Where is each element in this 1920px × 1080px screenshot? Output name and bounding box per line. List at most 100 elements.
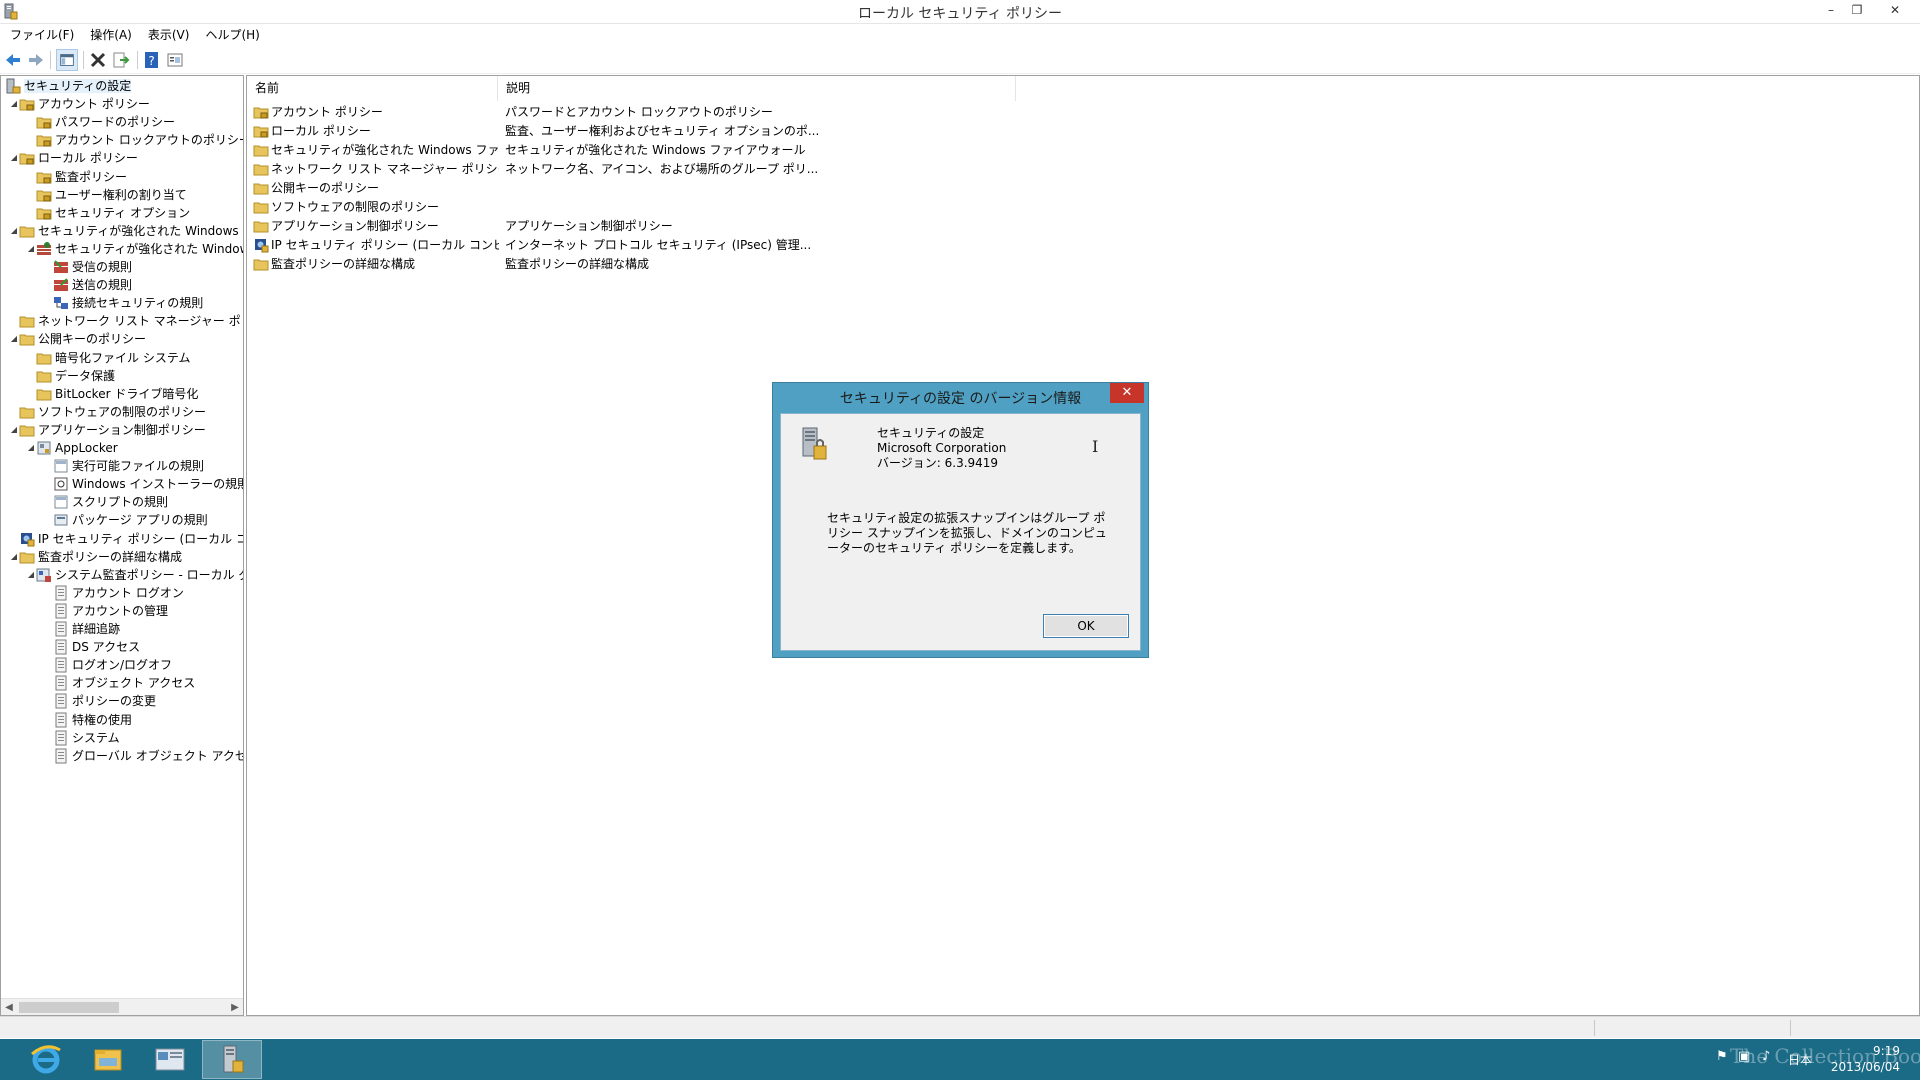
column-header-description[interactable]: 説明 [498,76,1016,101]
scroll-left-icon[interactable]: ◀ [1,999,17,1015]
tree-item[interactable]: DS アクセス [43,638,140,656]
menu-bar: ファイル(F) 操作(A) 表示(V) ヘルプ(H) [0,24,1920,46]
folder-icon [253,161,269,177]
input-language[interactable]: 日本 [1788,1051,1812,1068]
list-row[interactable]: ソフトウェアの制限のポリシー [247,198,1247,217]
list-row[interactable]: IP セキュリティ ポリシー (ローカル コンピューター) インターネット プロト… [247,236,1247,255]
console-tree[interactable]: セキュリティの設定 ◢ アカウント ポリシー パスワードのポリシー アカウント ロックア… [0,75,244,1016]
expand-arrow-icon[interactable]: ◢ [9,548,19,566]
list-cell-name: アプリケーション制御ポリシー [253,217,499,236]
restore-button[interactable]: ❐ [1844,0,1870,20]
tree-item[interactable]: 送信の規則 [43,276,132,294]
ok-button[interactable]: OK [1043,614,1129,638]
dialog-close-button[interactable]: ✕ [1110,383,1144,403]
list-row[interactable]: 公開キーのポリシー [247,179,1247,198]
tree-item[interactable]: セキュリティの設定 [5,77,132,95]
volume-icon[interactable]: ♪ [1762,1049,1770,1064]
expand-arrow-icon[interactable]: ◢ [9,421,19,439]
tree-item[interactable]: ◢ アプリケーション制御ポリシー [9,421,206,439]
scroll-right-icon[interactable]: ▶ [227,999,243,1015]
tree-item[interactable]: セキュリティ オプション [26,204,190,222]
list-row[interactable]: セキュリティが強化された Windows ファイア... セキュリティが強化された… [247,141,1247,160]
tree-item[interactable]: ネットワーク リスト マネージャー ポリシー [9,312,243,330]
tree-item[interactable]: 暗号化ファイル システム [26,349,190,367]
tree-item[interactable]: ユーザー権利の割り当て [26,186,187,204]
tree-item[interactable]: ◢ システム監査ポリシー - ローカル グルー [26,566,243,584]
tree-item[interactable]: ◢ 公開キーのポリシー [9,330,146,348]
tree-item[interactable]: 特権の使用 [43,711,132,729]
clock[interactable]: 9:19 2013/06/04 [1831,1043,1900,1075]
tree-item[interactable]: ◢ 監査ポリシーの詳細な構成 [9,548,182,566]
tree-item[interactable]: ◢ ローカル ポリシー [9,149,138,167]
tree-item[interactable]: Windows インストーラーの規則 [43,475,243,493]
tree-item[interactable]: ◢ セキュリティが強化された Windows フ [26,240,243,258]
tree-item[interactable]: IP セキュリティ ポリシー (ローカル コンピュー [9,530,243,548]
tree-item[interactable]: アカウント ログオン [43,584,184,602]
tree-item[interactable]: アカウント ロックアウトのポリシー [26,131,243,149]
tree-item[interactable]: ◢ アカウント ポリシー [9,95,150,113]
properties-icon[interactable] [164,49,186,71]
tree-item[interactable]: 受信の規則 [43,258,132,276]
tree-item[interactable]: パッケージ アプリの規則 [43,511,208,529]
tree-item[interactable]: ログオン/ログオフ [43,656,172,674]
folder-icon [253,218,269,234]
list-row[interactable]: ネットワーク リスト マネージャー ポリシー ネットワーク名、アイコン、および場所… [247,160,1247,179]
back-arrow-icon[interactable] [2,49,24,71]
folder-icon [253,142,269,158]
tree-item[interactable]: BitLocker ドライブ暗号化 [26,385,198,403]
tree-item[interactable]: ソフトウェアの制限のポリシー [9,403,206,421]
menu-view[interactable]: 表示(V) [138,24,196,46]
tree-item[interactable]: 実行可能ファイルの規則 [43,457,204,475]
network-icon[interactable]: ▣ [1738,1049,1750,1064]
tree-item[interactable]: システム [43,729,120,747]
list-row[interactable]: アカウント ポリシー パスワードとアカウント ロックアウトのポリシー [247,103,1247,122]
tree-item-label: 特権の使用 [72,712,133,727]
expand-arrow-icon[interactable]: ◢ [9,330,19,348]
tree-item-label: アカウントの管理 [72,603,169,618]
tree-item-label: オブジェクト アクセス [72,676,196,691]
tree-item[interactable]: ◢ AppLocker [26,439,118,457]
menu-file[interactable]: ファイル(F) [0,24,80,46]
tree-item[interactable]: 詳細追跡 [43,620,120,638]
tree-item-label: ネットワーク リスト マネージャー ポリシー [38,314,243,329]
security-settings-icon [802,427,827,460]
expand-arrow-icon[interactable]: ◢ [26,439,36,457]
column-header-name[interactable]: 名前 [247,76,498,101]
tree-item[interactable]: 接続セキュリティの規則 [43,294,203,312]
menu-help[interactable]: ヘルプ(H) [195,24,265,46]
taskbar-local-security-policy[interactable] [202,1040,262,1079]
tree-item[interactable]: 監査ポリシー [26,168,127,186]
tree-item-label: セキュリティの設定 [24,79,132,93]
list-row[interactable]: ローカル ポリシー 監査、ユーザー権利およびセキュリティ オプションのポ... [247,122,1247,141]
expand-arrow-icon[interactable]: ◢ [26,566,36,584]
taskbar-file-explorer[interactable] [78,1040,138,1079]
flag-icon[interactable]: ⚑ [1716,1049,1728,1064]
tree-item[interactable]: スクリプトの規則 [43,493,168,511]
export-list-icon[interactable] [110,49,132,71]
close-window-button[interactable]: ✕ [1882,0,1908,20]
taskbar-server-manager[interactable] [140,1040,200,1079]
tree-item[interactable]: オブジェクト アクセス [43,674,195,692]
show-hide-console-tree-icon[interactable] [56,49,78,71]
tree-item[interactable]: グローバル オブジェクト アクセスの監 [43,747,243,765]
forward-arrow-icon[interactable] [25,49,47,71]
tree-item[interactable]: パスワードのポリシー [26,113,175,131]
minimize-button[interactable]: – [1818,0,1844,20]
expand-arrow-icon[interactable]: ◢ [9,95,19,113]
tree-horizontal-scrollbar[interactable]: ◀ ▶ [1,998,243,1015]
help-icon[interactable]: ? [141,49,163,71]
expand-arrow-icon[interactable]: ◢ [26,240,36,258]
delete-icon[interactable] [87,49,109,71]
tree-item[interactable]: ◢ セキュリティが強化された Windows ファイ [9,222,243,240]
list-row[interactable]: 監査ポリシーの詳細な構成 監査ポリシーの詳細な構成 [247,255,1247,274]
list-row[interactable]: アプリケーション制御ポリシー アプリケーション制御ポリシー [247,217,1247,236]
scrollbar-thumb[interactable] [19,1002,119,1013]
expand-arrow-icon[interactable]: ◢ [9,149,19,167]
tree-item[interactable]: データ保護 [26,367,115,385]
menu-action[interactable]: 操作(A) [80,24,138,46]
taskbar-ie[interactable] [16,1040,76,1079]
expand-arrow-icon[interactable]: ◢ [9,222,19,240]
package-rule-icon [53,512,69,528]
tree-item[interactable]: アカウントの管理 [43,602,168,620]
tree-item[interactable]: ポリシーの変更 [43,692,156,710]
